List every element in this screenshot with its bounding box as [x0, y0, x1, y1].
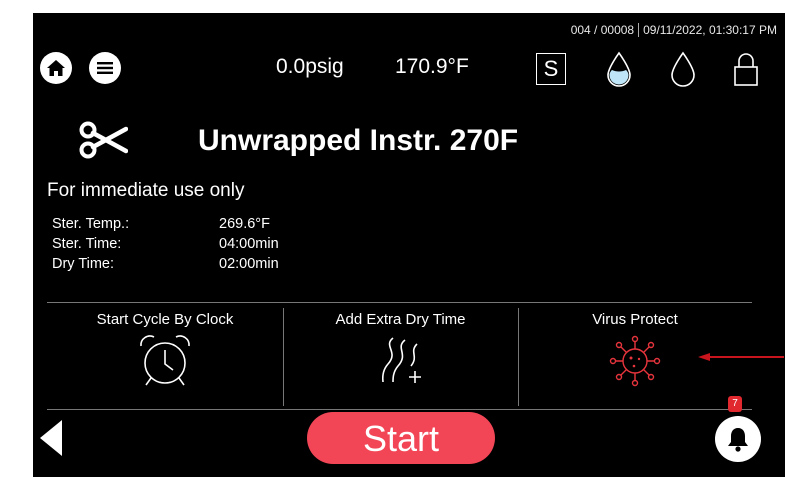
add-extra-dry-time-option[interactable]: Add Extra Dry Time	[283, 303, 518, 409]
menu-button[interactable]	[89, 52, 121, 84]
param-value: 02:00min	[219, 256, 279, 272]
home-button[interactable]	[40, 52, 72, 84]
cycle-title: Unwrapped Instr. 270F	[198, 124, 519, 157]
option-label: Add Extra Dry Time	[335, 311, 466, 328]
add-dry-time-icon	[381, 337, 421, 383]
cycle-parameters: Ster. Temp.: 269.6°F Ster. Time: 04:00mi…	[52, 214, 352, 274]
lock-icon[interactable]	[733, 51, 759, 87]
notification-badge: 7	[728, 396, 742, 412]
water-drop-outline-icon[interactable]	[669, 51, 697, 87]
datetime: 09/11/2022, 01:30:17 PM	[643, 23, 777, 37]
option-label: Start Cycle By Clock	[96, 311, 234, 328]
start-button[interactable]: Start	[307, 412, 495, 464]
param-label: Ster. Time:	[52, 236, 122, 252]
param-row: Ster. Time: 04:00min	[52, 234, 352, 254]
autoclave-screen: 004 / 00008 09/11/2022, 01:30:17 PM 0.0ps…	[33, 13, 785, 477]
start-cycle-by-clock-option[interactable]: Start Cycle By Clock	[47, 303, 283, 409]
s-indicator[interactable]: S	[536, 53, 566, 85]
param-value: 269.6°F	[219, 216, 270, 232]
option-label: Virus Protect	[592, 311, 678, 328]
virus-icon	[609, 335, 661, 387]
home-icon	[47, 60, 65, 76]
pressure-readout: 0.0psig	[276, 55, 344, 78]
scissors-icon	[79, 121, 128, 159]
alarm-clock-icon	[140, 335, 190, 386]
notifications-button[interactable]	[715, 416, 761, 462]
param-row: Dry Time: 02:00min	[52, 254, 352, 274]
cycle-count: 004 / 00008	[570, 23, 635, 37]
param-value: 04:00min	[219, 236, 279, 252]
temperature-readout: 170.9°F	[395, 55, 469, 78]
status-bar: 004 / 00008 09/11/2022, 01:30:17 PM	[571, 23, 777, 37]
back-button[interactable]	[40, 420, 62, 456]
water-drop-filled-icon[interactable]	[605, 51, 633, 87]
divider	[47, 409, 752, 410]
bell-icon	[728, 428, 748, 452]
cycle-subtitle: For immediate use only	[47, 180, 245, 201]
param-label: Ster. Temp.:	[52, 216, 130, 232]
param-row: Ster. Temp.: 269.6°F	[52, 214, 352, 234]
annotation-arrow-icon	[698, 353, 784, 361]
menu-icon	[97, 62, 113, 74]
param-label: Dry Time:	[52, 256, 115, 272]
